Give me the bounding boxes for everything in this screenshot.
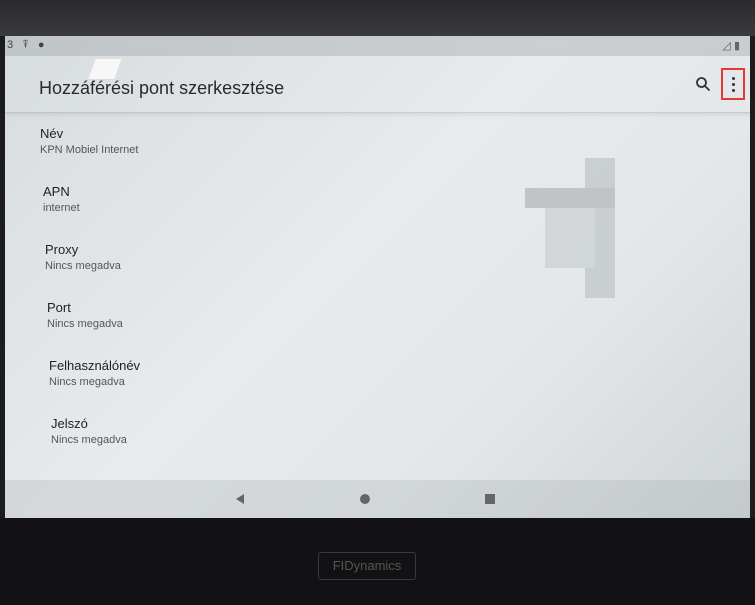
back-icon: [236, 494, 244, 504]
pref-title: Proxy: [45, 242, 79, 257]
search-button[interactable]: [689, 70, 717, 98]
back-button[interactable]: [231, 490, 249, 508]
status-left: 3 ⍒ ●: [7, 39, 51, 52]
recents-icon: [485, 494, 495, 504]
status-time: 3: [7, 39, 14, 51]
pref-port[interactable]: Port Nincs megadva: [47, 300, 647, 348]
page-title: Hozzáférési pont szerkesztése: [39, 78, 285, 98]
pref-summary: internet: [43, 202, 80, 214]
pref-password[interactable]: Jelszó Nincs megadva: [51, 416, 651, 464]
pref-summary: Nincs megadva: [47, 318, 123, 330]
home-button[interactable]: [356, 490, 374, 508]
device-bezel-bottom: FIDynamics: [0, 518, 755, 605]
device-bezel-top: [0, 0, 755, 36]
brand-logo: FIDynamics: [318, 552, 416, 580]
pref-proxy[interactable]: Proxy Nincs megadva: [45, 242, 645, 290]
recents-button[interactable]: [481, 490, 499, 508]
pref-title: Felhasználónév: [49, 358, 141, 373]
pref-title: Jelszó: [51, 416, 88, 431]
more-options-button[interactable]: [721, 68, 745, 100]
usb-icon: ⍒: [22, 39, 29, 51]
home-icon: [360, 494, 370, 504]
pref-name[interactable]: Név KPN Mobiel Internet: [40, 126, 640, 174]
pref-summary: Nincs megadva: [49, 376, 125, 388]
pref-title: APN: [43, 184, 70, 199]
more-vert-icon: [731, 76, 735, 92]
pref-summary: Nincs megadva: [51, 434, 127, 446]
pref-summary: Nincs megadva: [45, 260, 121, 272]
screen: 3 ⍒ ● ◿ ▮ Hozzáférési pont szerkesztése …: [5, 36, 750, 518]
pref-apn[interactable]: APN internet: [43, 184, 643, 232]
navigation-bar: [5, 480, 750, 518]
pref-summary: KPN Mobiel Internet: [40, 144, 139, 156]
glare-shape: [86, 58, 124, 80]
status-right: ◿ ▮: [722, 40, 740, 52]
app-bar: Hozzáférési pont szerkesztése: [5, 56, 750, 113]
pref-username[interactable]: Felhasználónév Nincs megadva: [49, 358, 649, 406]
pref-title: Név: [40, 126, 64, 141]
status-bar: 3 ⍒ ● ◿ ▮: [5, 36, 750, 56]
notification-icon: ●: [37, 39, 45, 51]
pref-title: Port: [47, 300, 71, 315]
search-icon: [696, 77, 711, 92]
